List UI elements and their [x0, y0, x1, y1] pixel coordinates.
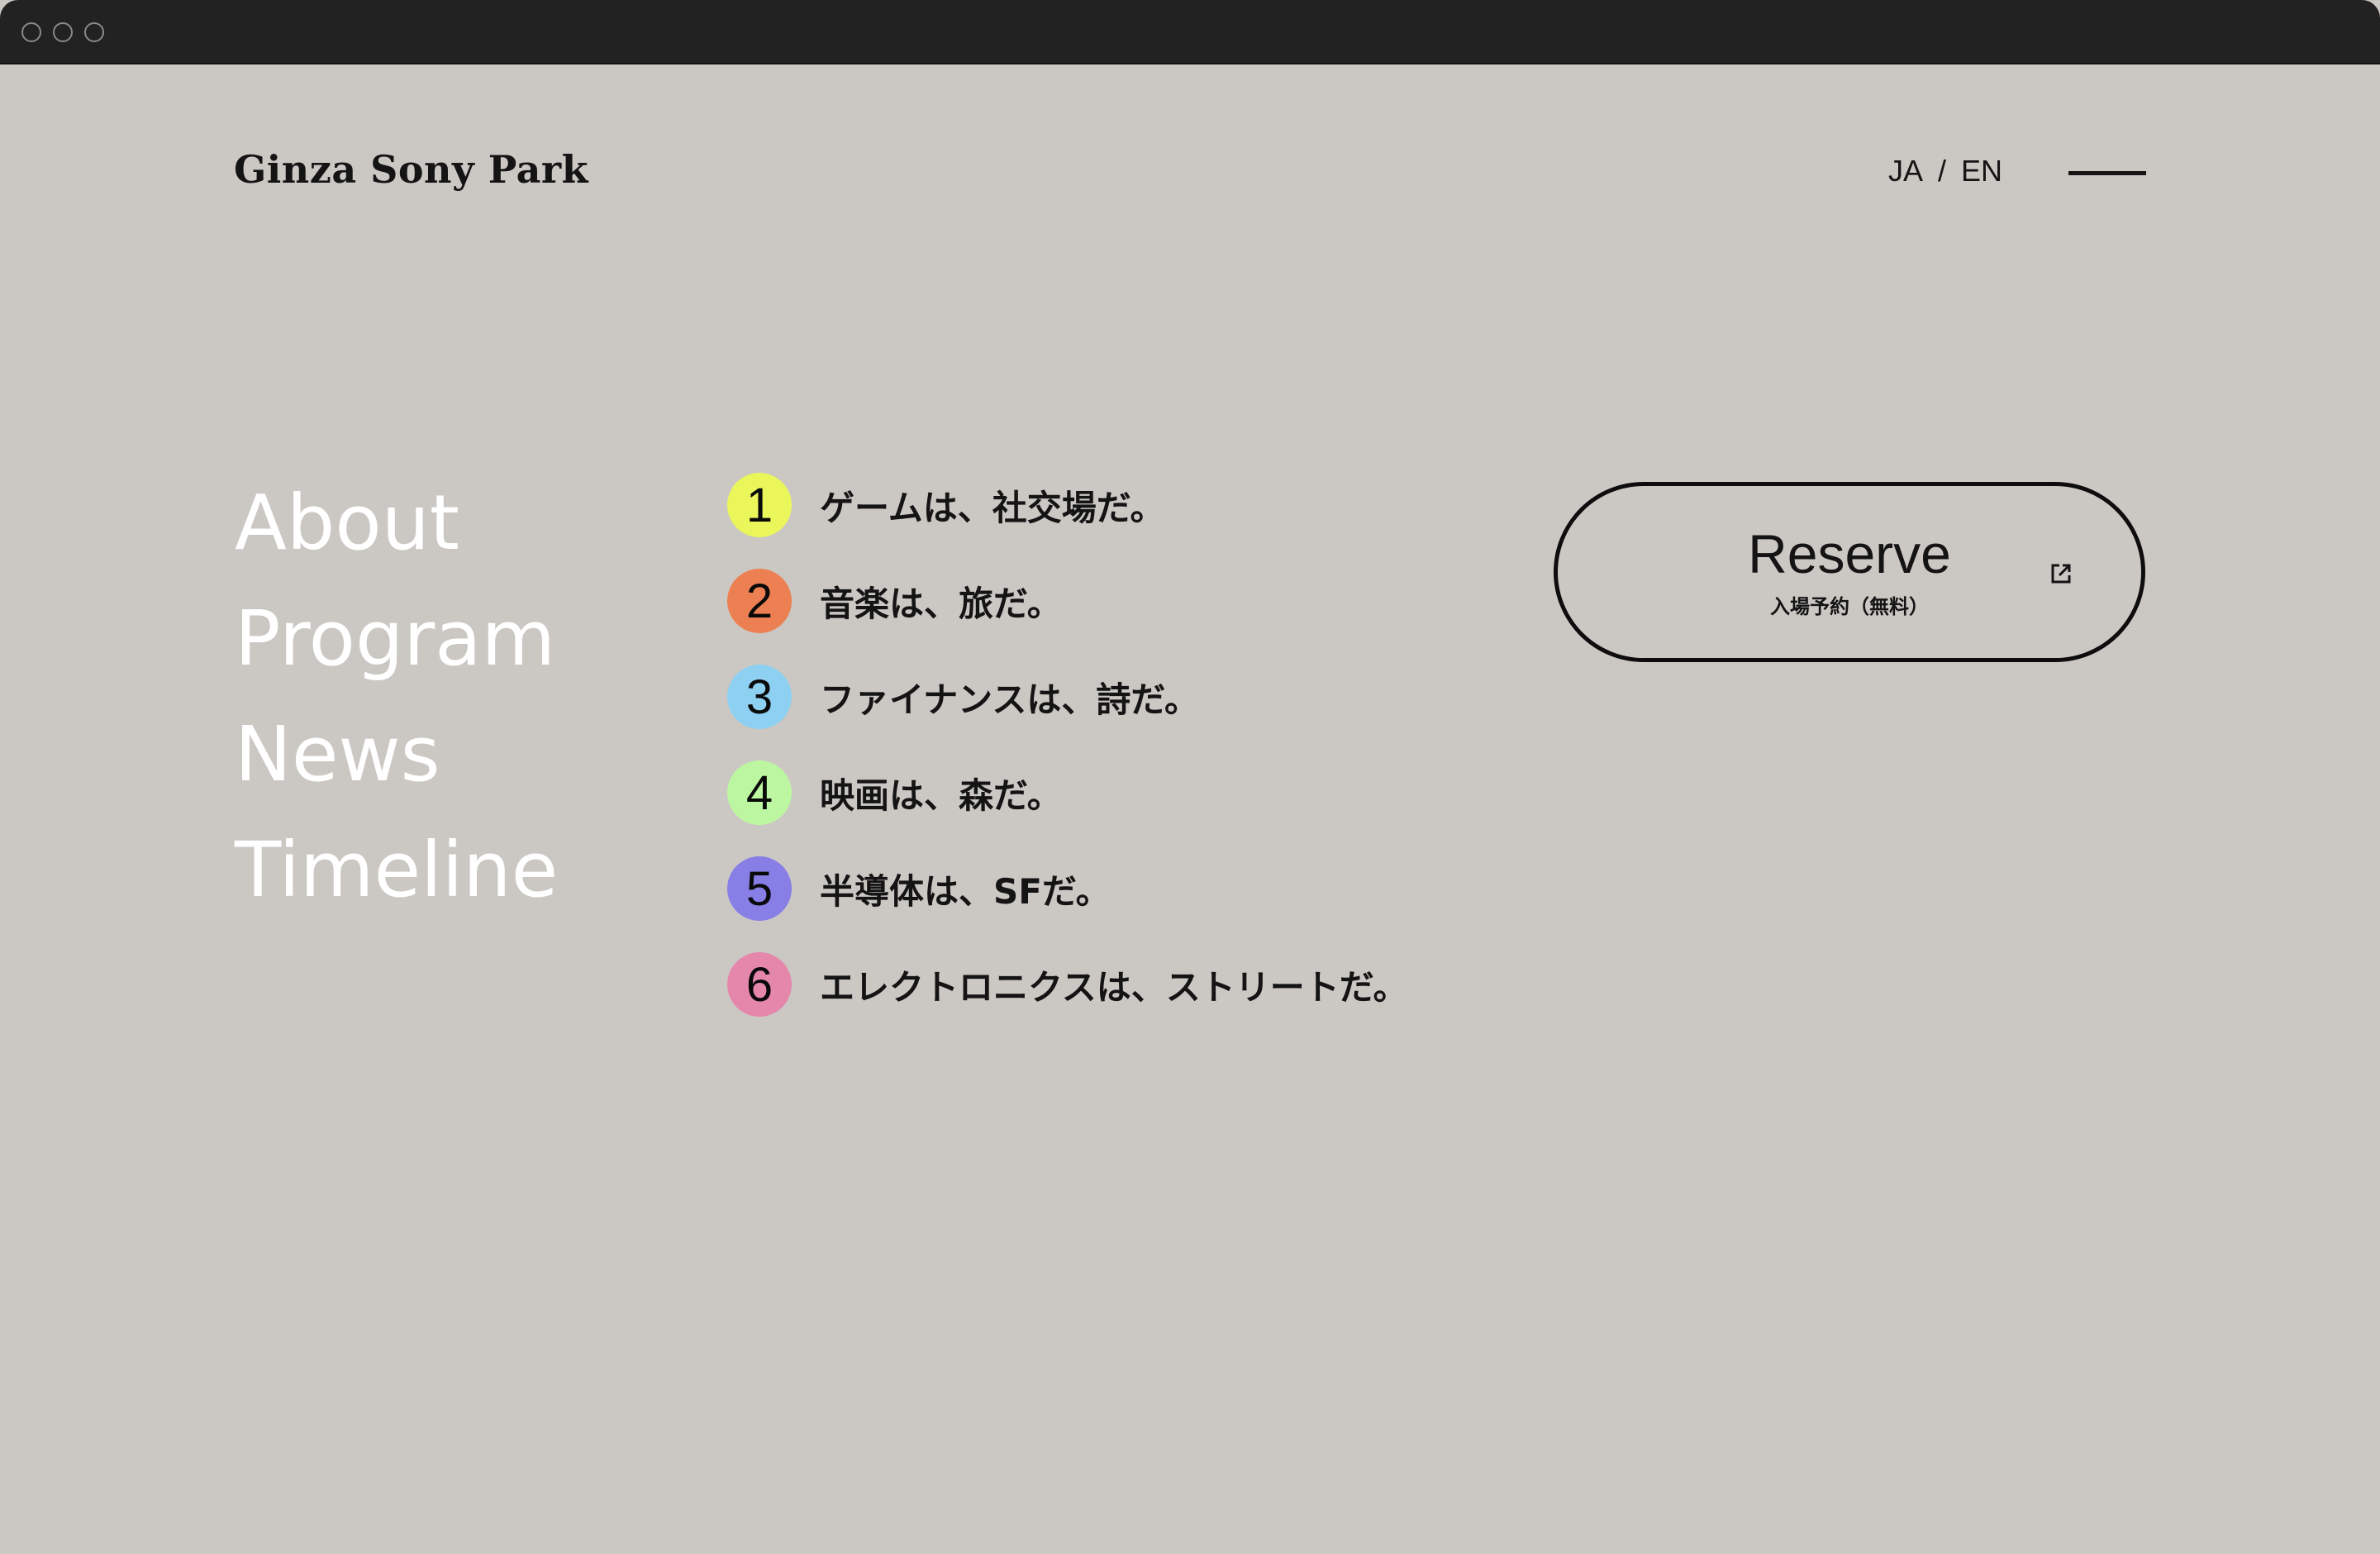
theme-item-2[interactable]: 2 音楽は、旅だ。 [727, 569, 1407, 633]
theme-item-6[interactable]: 6 エレクトロニクスは、ストリートだ。 [727, 952, 1407, 1017]
lang-ja-link[interactable]: JA [1888, 154, 1923, 188]
theme-text: ゲームは、社交場だ。 [820, 487, 1165, 528]
main-nav: About Program News Timeline [235, 465, 558, 928]
minimize-window-icon[interactable] [53, 22, 73, 42]
nav-item-about[interactable]: About [235, 465, 558, 581]
maximize-window-icon[interactable] [84, 22, 104, 42]
theme-text: 半導体は、SFだ。 [820, 870, 1111, 912]
theme-number-badge: 6 [727, 952, 792, 1017]
reserve-sublabel: 入場予約（無料） [1770, 595, 1929, 618]
theme-number-badge: 3 [727, 665, 792, 729]
theme-item-5[interactable]: 5 半導体は、SFだ。 [727, 856, 1407, 921]
reserve-button[interactable]: Reserve 入場予約（無料） [1554, 482, 2145, 662]
site-logo[interactable]: Ginza Sony Park [234, 147, 588, 192]
theme-number-badge: 2 [727, 569, 792, 633]
theme-item-4[interactable]: 4 映画は、森だ。 [727, 760, 1407, 825]
language-switcher: JA / EN [1888, 154, 2002, 188]
lang-en-link[interactable]: EN [1961, 154, 2002, 188]
theme-number-badge: 4 [727, 760, 792, 825]
close-window-icon[interactable] [21, 22, 41, 42]
nav-item-news[interactable]: News [235, 697, 558, 813]
external-link-icon [2051, 564, 2071, 584]
theme-number-badge: 1 [727, 473, 792, 537]
hamburger-line-icon[interactable] [2068, 171, 2146, 175]
nav-item-timeline[interactable]: Timeline [235, 813, 558, 928]
theme-text: エレクトロニクスは、ストリートだ。 [820, 966, 1408, 1008]
theme-list: 1 ゲームは、社交場だ。 2 音楽は、旅だ。 3 ファイナンスは、詩だ。 4 映… [727, 473, 1407, 1048]
theme-item-3[interactable]: 3 ファイナンスは、詩だ。 [727, 665, 1407, 729]
theme-number-badge: 5 [727, 856, 792, 921]
theme-text: 映画は、森だ。 [820, 775, 1062, 816]
lang-separator: / [1938, 154, 1947, 188]
nav-item-program[interactable]: Program [235, 581, 558, 697]
browser-window: Ginza Sony Park JA / EN About Program Ne… [0, 0, 2380, 1554]
window-titlebar [0, 0, 2380, 64]
page-content: Ginza Sony Park JA / EN About Program Ne… [0, 64, 2380, 1554]
theme-text: ファイナンスは、詩だ。 [820, 679, 1200, 720]
theme-item-1[interactable]: 1 ゲームは、社交場だ。 [727, 473, 1407, 537]
theme-text: 音楽は、旅だ。 [820, 583, 1062, 624]
